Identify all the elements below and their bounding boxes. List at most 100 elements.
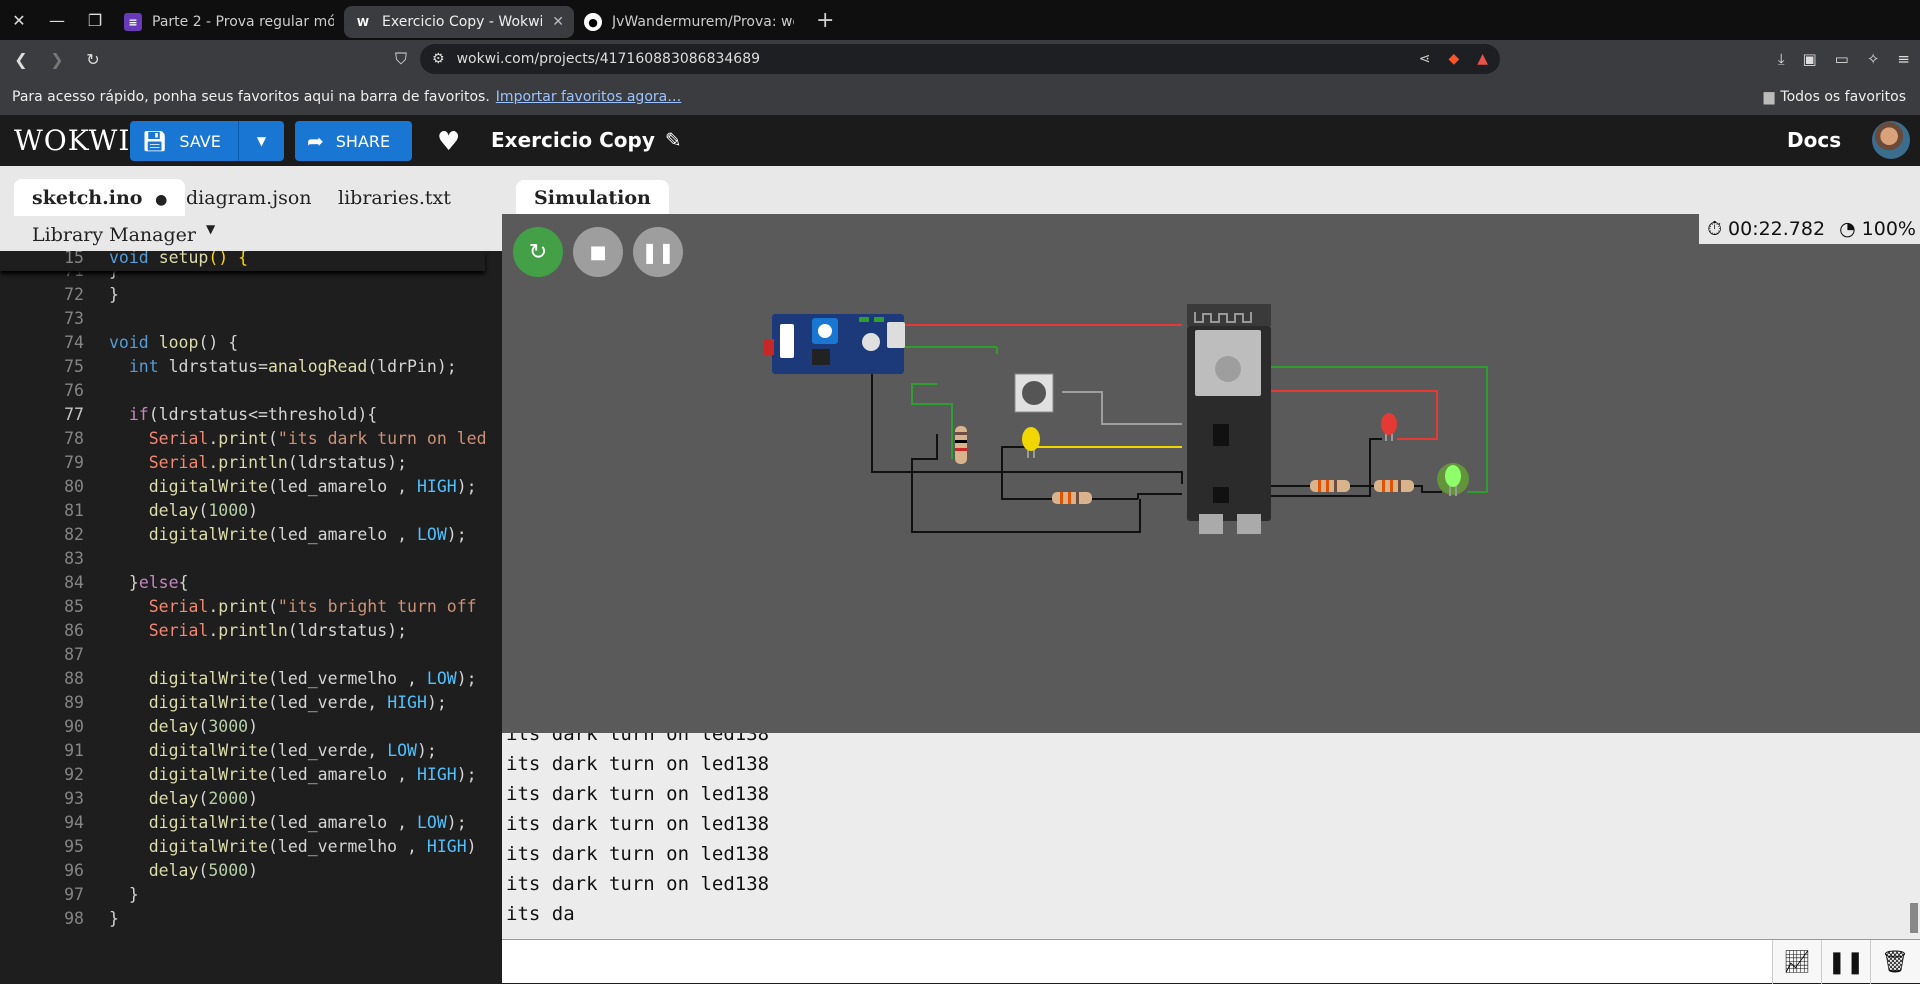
code-line[interactable]: 87 — [0, 643, 502, 667]
clear-serial-button[interactable]: 🗑︎ — [1870, 940, 1919, 984]
line-number: 88 — [64, 669, 84, 688]
code-line[interactable]: 76 — [0, 379, 502, 403]
code-line[interactable]: 84 }else{ — [0, 571, 502, 595]
bookmarks-hint: Para acesso rápido, ponha seus favoritos… — [12, 88, 490, 105]
share-page-icon[interactable]: ⋖ — [1419, 51, 1431, 67]
line-code: Serial.println(ldrstatus); — [148, 621, 408, 640]
folder-icon: ▆ — [1763, 88, 1775, 105]
import-bookmarks-link[interactable]: Importar favoritos agora… — [496, 89, 681, 105]
line-code: digitalWrite(led_verde, LOW); — [148, 741, 437, 760]
code-line[interactable]: 74 void loop() { — [0, 331, 502, 355]
leo-ai-icon[interactable]: ✧ — [1867, 50, 1880, 68]
line-number: 75 — [64, 357, 84, 376]
sidebar-icon[interactable]: ▣ — [1802, 50, 1816, 68]
back-icon[interactable]: ❮ — [6, 50, 36, 69]
line-number: 93 — [64, 789, 84, 808]
line-number: 80 — [64, 477, 84, 496]
minimize-window-icon[interactable]: — — [38, 0, 76, 40]
browser-tab-strip: ✕ — ❐ ≡ Parte 2 - Prova regular módu W E… — [0, 0, 1920, 40]
ldr-sensor-module — [764, 314, 905, 374]
code-line[interactable]: 75 int ldrstatus=analogRead(ldrPin); — [0, 355, 502, 379]
menu-icon[interactable]: ≡ — [1897, 50, 1910, 68]
code-line[interactable]: 98} — [0, 907, 502, 931]
code-line[interactable]: 81 delay(1000) — [0, 499, 502, 523]
downloads-icon[interactable]: ⤓ — [1778, 50, 1785, 68]
code-area[interactable]: 15 void setup() { 71}72}7374void loop() … — [0, 251, 502, 983]
avatar[interactable] — [1872, 121, 1910, 159]
share-button[interactable]: ➦ SHARE — [295, 121, 412, 161]
forward-icon[interactable]: ❯ — [42, 50, 72, 69]
serial-output[interactable]: its dark turn on led138 its dark turn on … — [506, 733, 1896, 938]
code-line[interactable]: 93 delay(2000) — [0, 787, 502, 811]
code-line[interactable]: 89 digitalWrite(led_verde, HIGH); — [0, 691, 502, 715]
restore-window-icon[interactable]: ❐ — [76, 0, 114, 40]
browser-tab-github[interactable]: ● JvWandermurem/Prova: wo — [574, 6, 804, 38]
red-led — [1381, 413, 1397, 441]
wokwi-icon: W — [356, 15, 370, 29]
code-line[interactable]: 72} — [0, 283, 502, 307]
bookmark-icon[interactable]: ⛉ — [386, 49, 416, 69]
wokwi-logo[interactable]: WOKWI — [14, 124, 132, 157]
simulation-canvas[interactable]: ↻ ■ ❚❚ ⏱ 00:22.782 ◔ 100% — [502, 214, 1920, 733]
line-number: 79 — [64, 453, 84, 472]
code-line[interactable]: 94 digitalWrite(led_amarelo , LOW); — [0, 811, 502, 835]
code-line[interactable]: 78 Serial.print("its dark turn on led — [0, 427, 502, 451]
pause-serial-button[interactable]: ❚❚ — [1821, 940, 1870, 984]
pencil-icon[interactable]: ✎ — [665, 128, 682, 152]
save-button-group: 💾︎ SAVE ▼ — [130, 121, 284, 161]
new-tab-icon[interactable]: + — [816, 8, 834, 33]
caret-down-icon[interactable]: ▼ — [206, 222, 215, 236]
close-tab-icon[interactable]: ✕ — [552, 14, 564, 30]
tab-diagram-json[interactable]: diagram.json — [168, 179, 330, 214]
code-line[interactable]: 97 } — [0, 883, 502, 907]
line-code: digitalWrite(led_verde, HIGH); — [148, 693, 447, 712]
line-code: Serial.print("its bright turn off — [148, 597, 477, 616]
code-line[interactable]: 95 digitalWrite(led_vermelho , HIGH) — [0, 835, 502, 859]
tab-libraries-txt[interactable]: libraries.txt — [320, 179, 469, 214]
serial-line: its dark turn on led138 — [506, 733, 770, 745]
code-line[interactable]: 77 if(ldrstatus<=threshold){ — [0, 403, 502, 427]
line-number: 73 — [64, 309, 84, 328]
serial-input[interactable] — [502, 939, 1772, 983]
project-name[interactable]: Exercicio Copy ✎ — [491, 128, 682, 152]
close-window-icon[interactable]: ✕ — [0, 0, 38, 40]
library-manager-tab[interactable]: Library Manager — [32, 224, 196, 246]
line-number: 90 — [64, 717, 84, 736]
line-number: 15 — [64, 251, 84, 267]
code-line[interactable]: 73 — [0, 307, 502, 331]
tab-sketch-ino[interactable]: sketch.ino ● — [14, 179, 186, 216]
code-line[interactable]: 79 Serial.println(ldrstatus); — [0, 451, 502, 475]
code-line[interactable]: 86 Serial.println(ldrstatus); — [0, 619, 502, 643]
browser-tab-wokwi[interactable]: W Exercicio Copy - Wokwi E ✕ — [344, 6, 574, 38]
rewards-icon[interactable]: ▲ — [1477, 51, 1488, 67]
line-number: 81 — [64, 501, 84, 520]
browser-tab-forms[interactable]: ≡ Parte 2 - Prova regular módu — [114, 6, 344, 38]
site-settings-icon[interactable]: ⚙ — [432, 51, 445, 67]
code-line[interactable]: 92 digitalWrite(led_amarelo , HIGH); — [0, 763, 502, 787]
code-line[interactable]: 82 digitalWrite(led_amarelo , LOW); — [0, 523, 502, 547]
line-code: digitalWrite(led_amarelo , HIGH); — [148, 477, 477, 496]
code-line[interactable]: 83 — [0, 547, 502, 571]
serial-scroll-thumb[interactable] — [1910, 903, 1918, 933]
code-line[interactable]: 91 digitalWrite(led_verde, LOW); — [0, 739, 502, 763]
docs-link[interactable]: Docs — [1787, 128, 1841, 152]
code-line[interactable]: 85 Serial.print("its bright turn off — [0, 595, 502, 619]
sticky-scroll-header[interactable]: 15 void setup() { — [0, 251, 485, 271]
reload-icon[interactable]: ↻ — [78, 50, 108, 69]
all-favorites[interactable]: ▆ Todos os favoritos — [1764, 89, 1906, 105]
save-button[interactable]: 💾︎ SAVE — [130, 121, 238, 161]
line-number: 96 — [64, 861, 84, 880]
line-code: if(ldrstatus<=threshold){ — [128, 405, 378, 424]
heart-icon[interactable]: ♥ — [437, 127, 460, 157]
address-bar[interactable]: ⚙ wokwi.com/projects/417160883086834689 … — [420, 44, 1500, 74]
tab-simulation[interactable]: Simulation — [516, 180, 669, 214]
code-line[interactable]: 80 digitalWrite(led_amarelo , HIGH); — [0, 475, 502, 499]
code-line[interactable]: 88 digitalWrite(led_vermelho , LOW); — [0, 667, 502, 691]
editor-tabs: sketch.ino ● diagram.json libraries.txt … — [0, 166, 502, 251]
code-line[interactable]: 90 delay(3000) — [0, 715, 502, 739]
brave-shields-icon[interactable]: ◆ — [1448, 51, 1459, 67]
plotter-button[interactable]: 📈︎ — [1772, 940, 1821, 984]
code-line[interactable]: 96 delay(5000) — [0, 859, 502, 883]
wallet-icon[interactable]: ▭ — [1835, 50, 1849, 68]
save-dropdown-button[interactable]: ▼ — [238, 121, 284, 161]
